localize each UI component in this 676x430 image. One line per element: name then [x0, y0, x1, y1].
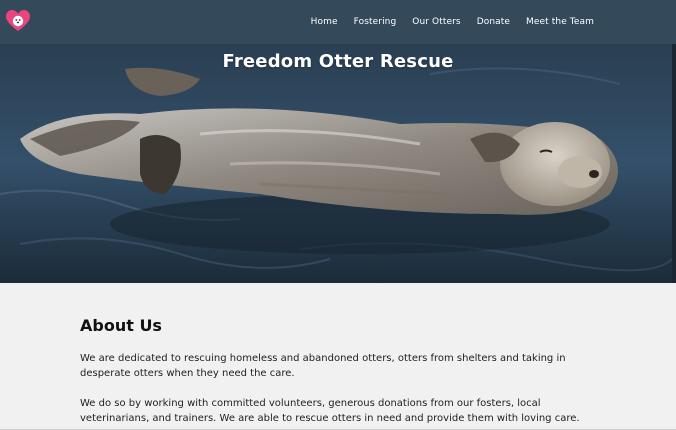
nav-link-meet-the-team[interactable]: Meet the Team	[518, 17, 602, 27]
about-paragraph: We do so by working with committed volun…	[80, 398, 580, 424]
nav-link-donate[interactable]: Donate	[469, 17, 518, 27]
nav-link-our-otters[interactable]: Our Otters	[404, 17, 468, 27]
about-paragraph: We are dedicated to rescuing homeless an…	[80, 353, 566, 379]
sea-otter-floating-photo	[0, 44, 676, 283]
main-nav: Home Fostering Our Otters Donate Meet th…	[303, 0, 602, 44]
nav-link-home[interactable]: Home	[303, 17, 346, 27]
scrollbar[interactable]	[672, 44, 676, 283]
about-section: About Us We are dedicated to rescuing ho…	[0, 283, 676, 430]
about-heading: About Us	[80, 316, 162, 335]
nav-link-fostering[interactable]: Fostering	[346, 17, 405, 27]
heart-otter-logo-icon[interactable]	[6, 10, 30, 32]
hero-banner: Freedom Otter Rescue	[0, 44, 676, 283]
top-navbar: Home Fostering Our Otters Donate Meet th…	[0, 0, 676, 44]
hero-title: Freedom Otter Rescue	[222, 51, 454, 72]
